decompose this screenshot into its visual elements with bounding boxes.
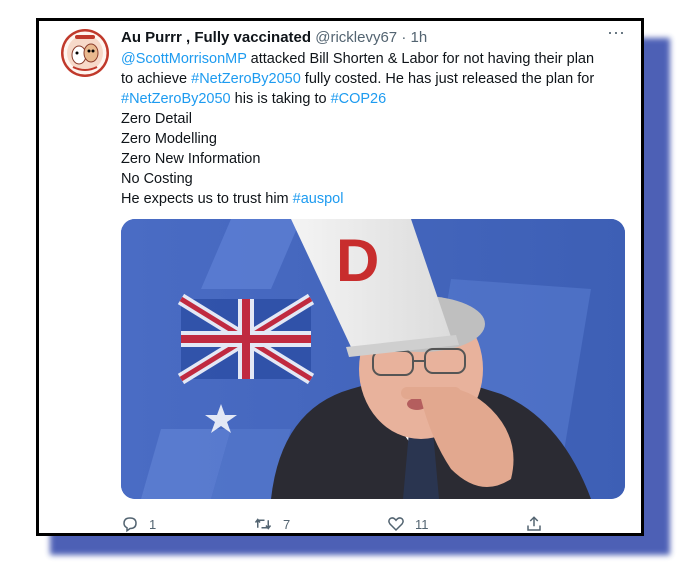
tweet-line: #NetZeroBy2050 his is taking to #COP26 bbox=[121, 89, 633, 109]
reply-icon bbox=[123, 517, 137, 533]
avatar[interactable] bbox=[61, 29, 109, 77]
reply-button[interactable]: 1 bbox=[121, 513, 156, 535]
share-button[interactable] bbox=[525, 513, 553, 535]
mention-link[interactable]: @ScottMorrisonMP bbox=[121, 51, 247, 67]
media-illustration: D bbox=[121, 219, 625, 499]
tweet-line: He expects us to trust him #auspol bbox=[121, 189, 633, 209]
retweet-icon bbox=[254, 518, 272, 530]
hashtag-link[interactable]: #auspol bbox=[293, 191, 344, 207]
list-line: Zero Detail bbox=[121, 111, 192, 127]
list-line: Zero New Information bbox=[121, 151, 261, 167]
tweet-text-fragment: attacked Bill Shorten & Labor for not ha… bbox=[246, 51, 595, 67]
more-icon: ··· bbox=[607, 22, 625, 42]
tweet-text-fragment: He expects us to trust him bbox=[121, 191, 293, 207]
tweet-text-fragment: to achieve bbox=[121, 71, 192, 87]
tweet-header: Au Purrr , Fully vaccinated @ricklevy67 … bbox=[121, 27, 621, 49]
retweet-button[interactable]: 7 bbox=[253, 513, 290, 535]
like-icon bbox=[388, 517, 404, 532]
tweet-actions: 1 7 11 bbox=[121, 513, 561, 535]
avatar-cartoon-icon bbox=[61, 29, 109, 77]
hashtag-link[interactable]: #COP26 bbox=[331, 91, 387, 107]
user-handle[interactable]: @ricklevy67 bbox=[315, 29, 397, 46]
list-line: Zero Modelling bbox=[121, 131, 217, 147]
tweet-line: @ScottMorrisonMP attacked Bill Shorten &… bbox=[121, 49, 633, 69]
like-count: 11 bbox=[415, 516, 429, 532]
time-separator: · bbox=[401, 29, 407, 46]
hat-letter: D bbox=[336, 227, 379, 294]
tweet-line: to achieve #NetZeroBy2050 fully costed. … bbox=[121, 69, 633, 89]
share-icon bbox=[527, 516, 541, 531]
tweet-media-image[interactable]: D bbox=[121, 219, 625, 499]
hashtag-link[interactable]: #NetZeroBy2050 bbox=[121, 91, 231, 107]
display-name[interactable]: Au Purrr , Fully vaccinated bbox=[121, 29, 311, 46]
like-button[interactable]: 11 bbox=[387, 513, 429, 535]
timestamp[interactable]: 1h bbox=[411, 29, 428, 46]
list-line: No Costing bbox=[121, 171, 193, 187]
reply-count: 1 bbox=[149, 516, 157, 532]
tweet-text-fragment: fully costed. He has just released the p… bbox=[300, 71, 595, 87]
hashtag-link[interactable]: #NetZeroBy2050 bbox=[191, 71, 301, 87]
tweet-card[interactable]: Au Purrr , Fully vaccinated @ricklevy67 … bbox=[36, 18, 644, 536]
more-button[interactable]: ··· bbox=[603, 22, 629, 45]
retweet-count: 7 bbox=[283, 516, 291, 532]
tweet-text: @ScottMorrisonMP attacked Bill Shorten &… bbox=[121, 49, 633, 209]
tweet-text-fragment: his is taking to bbox=[230, 91, 331, 107]
